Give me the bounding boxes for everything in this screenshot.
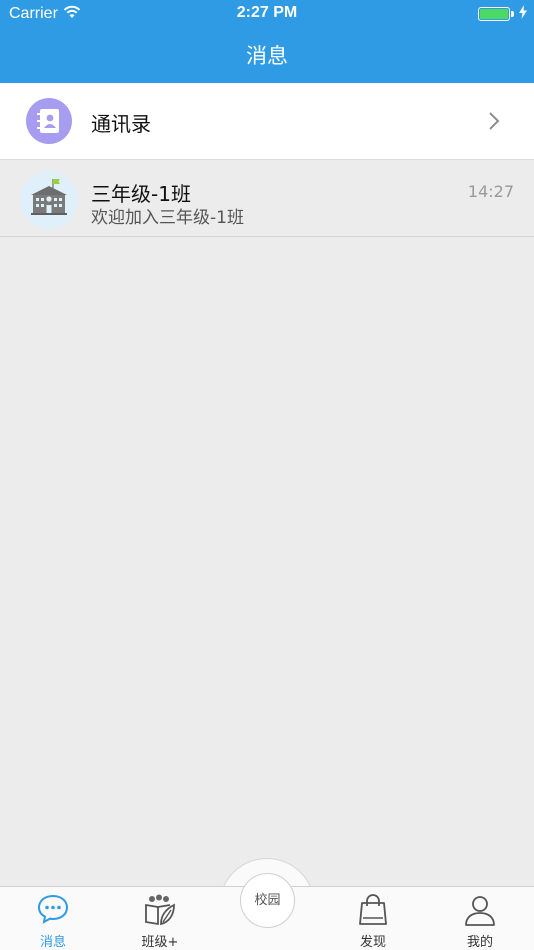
tab-messages-label: 消息 [39, 935, 66, 950]
school-building-icon [20, 171, 78, 229]
tab-discover-label: 发现 [359, 935, 386, 950]
campus-button[interactable]: 校园 [240, 873, 295, 928]
tab-me-label: 我的 [466, 935, 493, 950]
chat-bubble-icon [13, 893, 93, 927]
contacts-entry[interactable]: 通讯录 [0, 83, 534, 160]
top-bar: Carrier 2:27 PM 消息 [0, 0, 534, 83]
status-bar: Carrier 2:27 PM [0, 0, 534, 28]
tab-messages[interactable]: 消息 [13, 887, 93, 950]
conversation-time: 14:27 [467, 182, 514, 201]
contacts-label: 通讯录 [91, 112, 151, 136]
tab-class-plus[interactable]: 班级+ [120, 887, 200, 950]
page-title: 消息 [246, 44, 288, 68]
tab-discover[interactable]: 发现 [333, 887, 413, 950]
conversation-preview: 欢迎加入三年级-1班 [91, 208, 244, 228]
chevron-right-icon [488, 111, 500, 135]
charging-bolt-icon [519, 5, 527, 23]
shopping-bag-icon [333, 893, 413, 927]
address-book-icon [26, 98, 72, 144]
conversation-item[interactable]: 三年级-1班 欢迎加入三年级-1班 14:27 [0, 160, 534, 237]
user-icon [440, 893, 520, 927]
tab-class-plus-label: 班级+ [141, 935, 179, 950]
class-plus-icon [120, 893, 200, 927]
status-time: 2:27 PM [236, 4, 298, 21]
battery-icon [478, 7, 514, 21]
tab-me[interactable]: 我的 [440, 887, 520, 950]
